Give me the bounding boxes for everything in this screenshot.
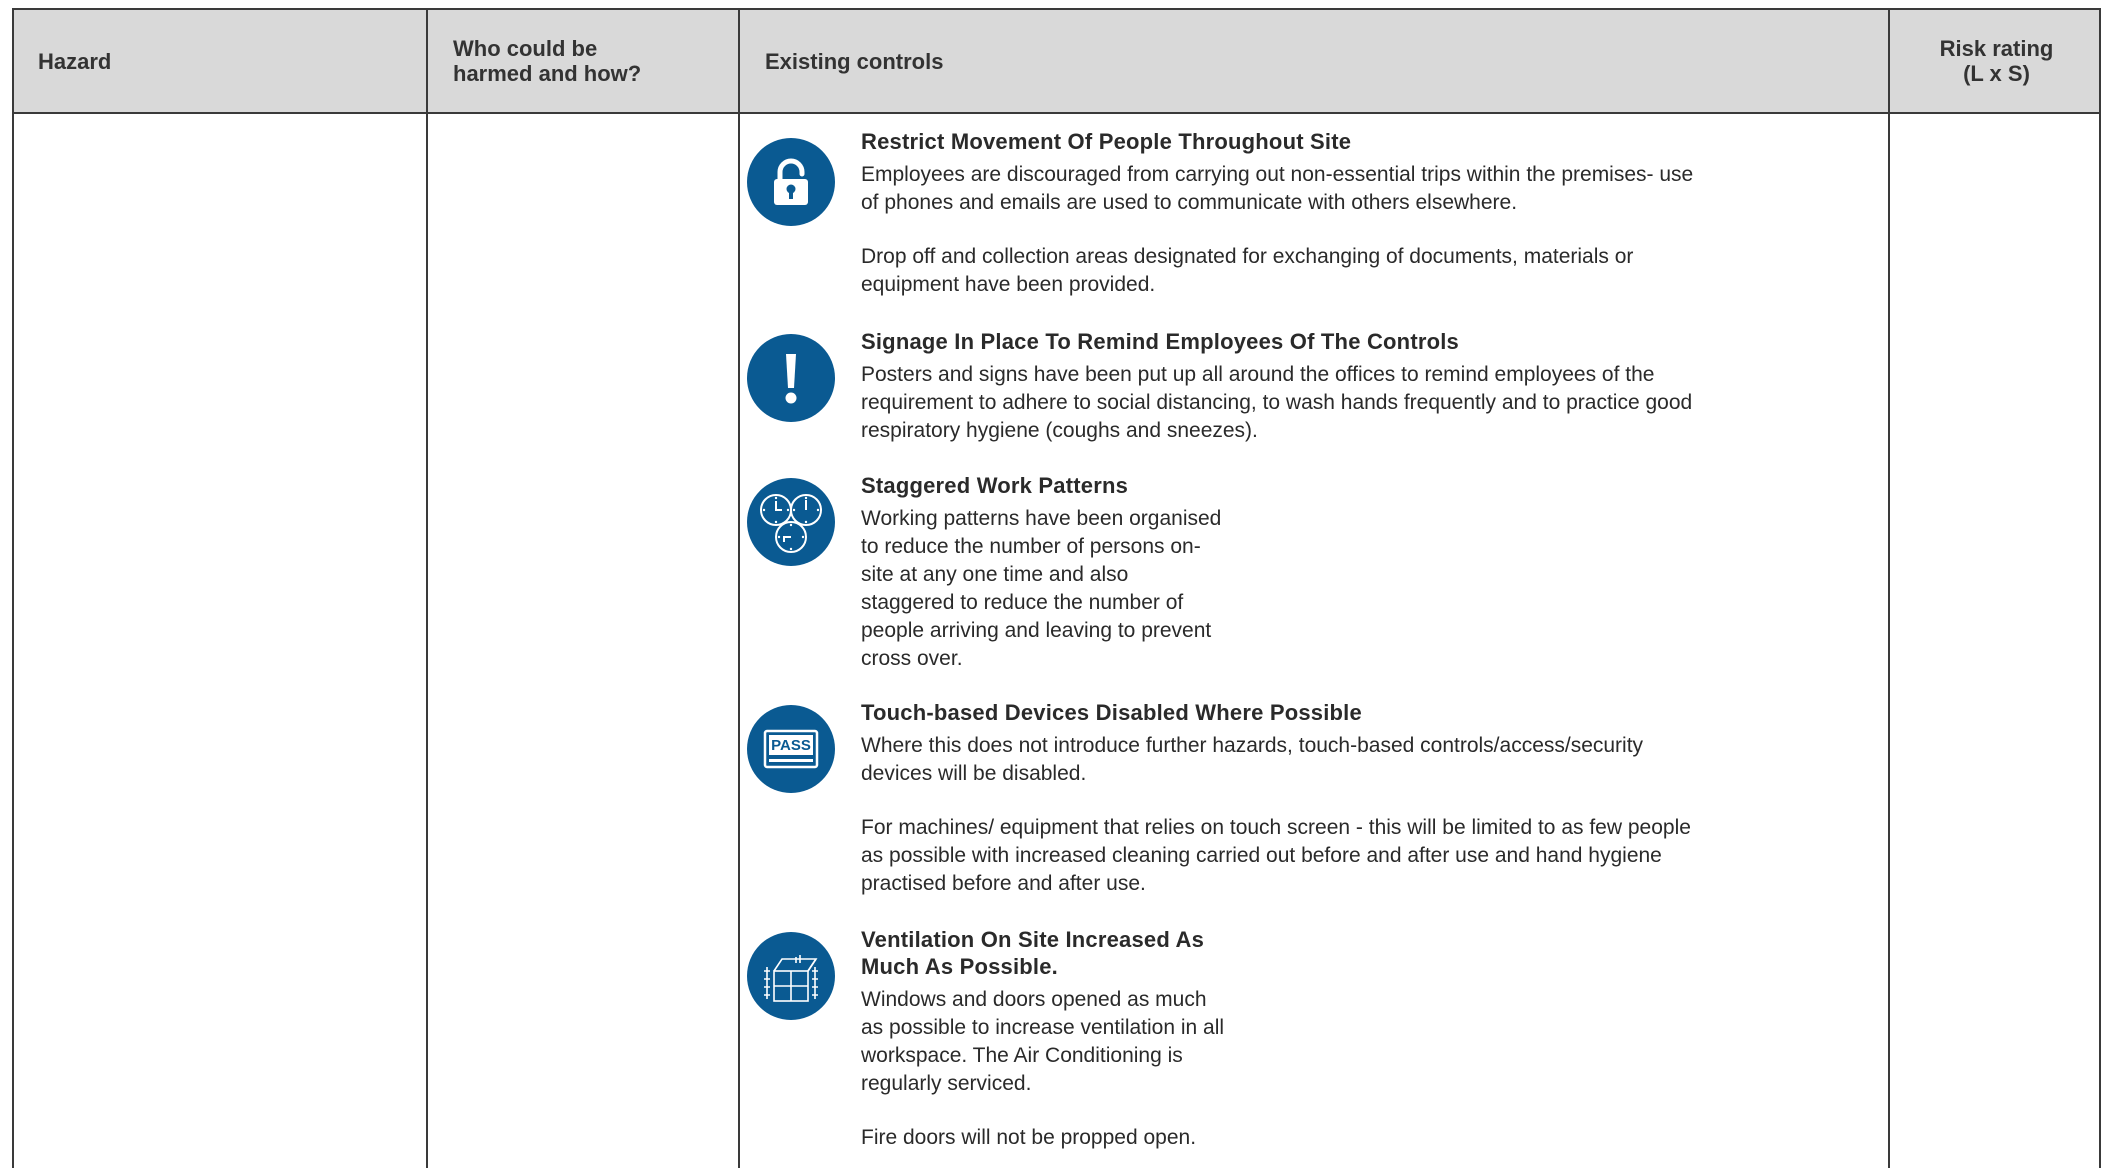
open-window-icon [747,932,835,1020]
exclamation-icon [747,334,835,422]
column-divider-1 [426,8,428,1168]
text-line: devices will be disabled. [861,762,1087,785]
control-title: Restrict Movement Of People Throughout S… [861,129,1352,154]
control-paragraph: For machines/ equipment that relies on t… [861,814,1691,898]
text-line: as possible to increase ventilation in a… [861,1016,1225,1039]
text-line: Working patterns have been organised [861,507,1222,530]
table-header-row: Hazard Who could be harmed and how? Exis… [12,8,2101,114]
text-line: people arriving and leaving to prevent [861,619,1212,642]
control-paragraph: Employees are discouraged from carrying … [861,161,1693,217]
text-line: practised before and after use. [861,872,1146,895]
column-divider-3 [1888,8,1890,1168]
header-hazard-label: Hazard [38,48,112,74]
control-title: Signage In Place To Remind Employees Of … [861,329,1459,354]
column-divider-2 [738,8,740,1168]
text-line: Employees are discouraged from carrying … [861,163,1694,186]
control-paragraph: Drop off and collection areas designated… [861,243,1693,299]
control-text: Signage In Place To Remind Employees Of … [861,328,1692,445]
header-who-line-2: harmed and how? [453,61,642,86]
header-risk-line-1: Risk rating [1939,36,2054,61]
header-who-harmed-label: Who could be harmed and how? [453,36,641,86]
pass-card-label: PASS [771,737,811,754]
header-risk-label: Risk rating (L x S) [1940,36,2054,86]
text-line: Fire doors will not be propped open. [861,1126,1197,1149]
text-line: Posters and signs have been put up all a… [861,363,1655,386]
border-right [2099,8,2101,1168]
text-line: For machines/ equipment that relies on t… [861,816,1691,839]
text-line: site at any one time and also [861,563,1129,586]
text-line: workspace. The Air Conditioning is [861,1044,1183,1067]
text-line: regularly serviced. [861,1072,1032,1095]
text-line: Drop off and collection areas designated… [861,245,1634,268]
control-paragraph: Fire doors will not be propped open. [861,1124,1224,1152]
text-line: of phones and emails are used to communi… [861,191,1518,214]
text-line: requirement to adhere to social distanci… [861,391,1693,414]
risk-assessment-table: Hazard Who could be harmed and how? Exis… [0,0,2104,1168]
control-paragraph: Where this does not introduce further ha… [861,732,1691,788]
control-text: Staggered Work Patterns Working patterns… [861,472,1221,673]
control-paragraph: Windows and doors opened as much as poss… [861,986,1224,1098]
clocks-icon [747,478,835,566]
control-text: Ventilation On Site Increased As Much As… [861,926,1224,1152]
text-line: as possible with increased cleaning carr… [861,844,1662,867]
header-hazard: Hazard [38,10,418,112]
control-title: Staggered Work Patterns [861,473,1129,498]
header-who-harmed: Who could be harmed and how? [453,10,733,112]
pass-card-icon: PASS [747,705,835,793]
header-risk-line-2: (L x S) [1963,61,2030,86]
text-line: Where this does not introduce further ha… [861,734,1644,757]
header-controls-label: Existing controls [765,48,944,74]
text-line: staggered to reduce the number of [861,591,1184,614]
padlock-icon [747,138,835,226]
control-paragraph: Working patterns have been organised to … [861,505,1221,673]
header-who-line-1: Who could be [453,36,598,61]
control-title: Ventilation On Site Increased As Much As… [861,926,1224,980]
header-existing-controls: Existing controls [765,10,1465,112]
text-line: respiratory hygiene (coughs and sneezes)… [861,419,1258,442]
control-text: Touch-based Devices Disabled Where Possi… [861,699,1691,898]
text-line: Windows and doors opened as much [861,988,1207,1011]
text-line: cross over. [861,647,963,670]
control-text: Restrict Movement Of People Throughout S… [861,128,1693,299]
border-left [12,8,14,1168]
text-line: equipment have been provided. [861,273,1156,296]
title-line: Much As Possible. [861,954,1058,979]
text-line: to reduce the number of persons on- [861,535,1201,558]
header-risk-rating: Risk rating (L x S) [1892,10,2101,112]
control-title: Touch-based Devices Disabled Where Possi… [861,700,1362,725]
title-line: Ventilation On Site Increased As [861,927,1205,952]
control-paragraph: Posters and signs have been put up all a… [861,361,1692,445]
